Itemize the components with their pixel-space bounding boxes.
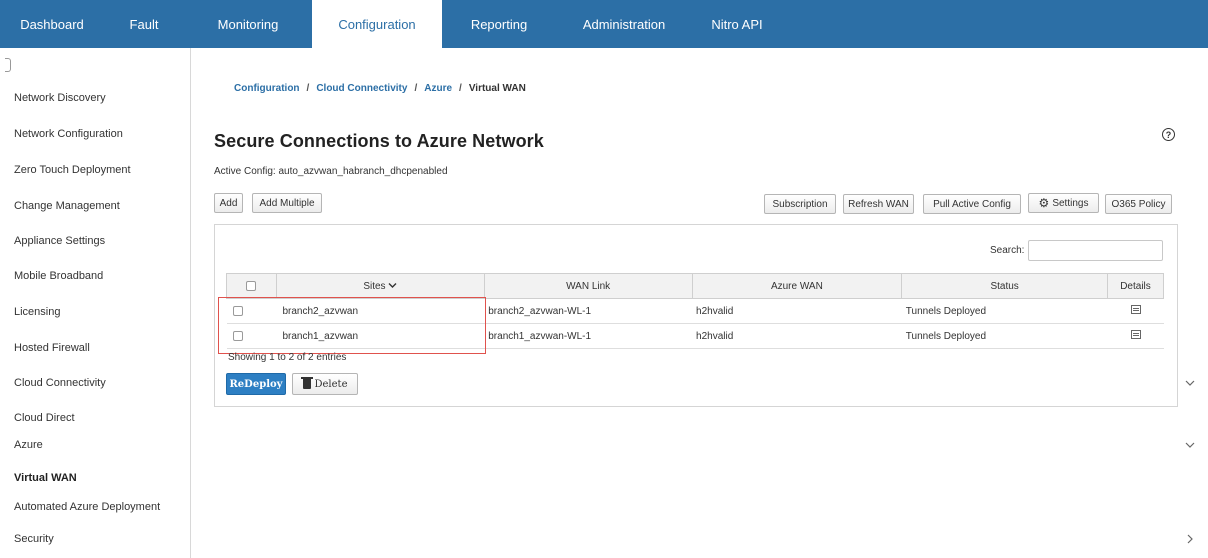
column-sites[interactable]: Sites [275, 273, 485, 299]
column-status[interactable]: Status [901, 273, 1108, 299]
tab-nitro-api[interactable]: Nitro API [692, 0, 782, 48]
sidebar-item-automated-azure-deployment[interactable]: Automated Azure Deployment [14, 499, 1208, 515]
sidebar-item-azure[interactable]: Azure [14, 437, 1196, 453]
select-all-header[interactable] [226, 273, 277, 299]
sidebar-item-label: Change Management [14, 200, 120, 212]
sidebar-item-label: Licensing [14, 306, 61, 318]
column-label: Sites [363, 280, 386, 292]
column-azure-wan[interactable]: Azure WAN [691, 273, 903, 299]
sidebar-item-label: Network Discovery [14, 92, 106, 104]
breadcrumb-cloud-connectivity[interactable]: Cloud Connectivity [316, 83, 407, 94]
sites-table: Sites WAN Link Azure WAN Status Details … [226, 273, 1164, 349]
breadcrumb-separator: / [414, 83, 418, 94]
breadcrumb-configuration[interactable]: Configuration [234, 83, 300, 94]
delete-label: Delete [314, 378, 348, 390]
chevron-down-icon [1185, 442, 1195, 448]
column-wan-link[interactable]: WAN Link [483, 273, 693, 299]
azure-wan-cell: h2hvalid [692, 323, 902, 349]
breadcrumb-separator: / [306, 83, 310, 94]
sidebar-item-network-discovery[interactable]: Network Discovery [14, 90, 1196, 106]
sidebar-item-label: Cloud Direct [14, 412, 75, 424]
sidebar-item-label: Security [14, 533, 54, 545]
tab-monitoring[interactable]: Monitoring [184, 0, 312, 48]
table-row[interactable]: branch2_azvwan branch2_azvwan-WL-1 h2hva… [226, 298, 1164, 324]
tab-dashboard[interactable]: Dashboard [0, 0, 104, 48]
sidebar-item-label: Hosted Firewall [14, 342, 90, 354]
sidebar-item-label: Automated Azure Deployment [14, 501, 161, 513]
azure-wan-cell: h2hvalid [692, 298, 902, 324]
sort-chevron-down-icon [388, 282, 397, 288]
row-checkbox[interactable] [232, 330, 243, 341]
tab-fault[interactable]: Fault [104, 0, 184, 48]
active-config-label: Active Config: auto_azvwan_habranch_dhcp… [214, 166, 448, 177]
wan-link-cell: branch1_azvwan-WL-1 [484, 323, 693, 349]
sidebar-item-security[interactable]: Security [14, 531, 1196, 547]
entries-info: Showing 1 to 2 of 2 entries [228, 352, 347, 363]
sidebar-item-zero-touch-deployment[interactable]: Zero Touch Deployment [14, 162, 1196, 178]
pull-active-config-button[interactable]: Pull Active Config [923, 194, 1021, 214]
sidebar-item-network-configuration[interactable]: Network Configuration [14, 126, 1196, 142]
sidebar-collapse-handle[interactable] [5, 58, 11, 72]
trash-icon [300, 377, 313, 389]
row-select-cell[interactable] [226, 298, 277, 324]
details-cell[interactable] [1107, 298, 1164, 324]
row-checkbox[interactable] [232, 305, 243, 316]
wan-link-cell: branch2_azvwan-WL-1 [484, 298, 693, 324]
row-select-cell[interactable] [226, 323, 277, 349]
help-icon[interactable]: ? [1162, 128, 1175, 141]
o365-policy-button[interactable]: O365 Policy [1105, 194, 1172, 214]
add-multiple-button[interactable]: Add Multiple [252, 193, 322, 213]
breadcrumb-current: Virtual WAN [468, 83, 526, 94]
top-navigation: Dashboard Fault Monitoring Configuration… [0, 0, 1208, 48]
chevron-right-icon [1187, 534, 1193, 544]
column-details[interactable]: Details [1107, 273, 1164, 299]
sidebar-item-label: Azure [14, 439, 43, 451]
refresh-wan-button[interactable]: Refresh WAN [843, 194, 914, 214]
details-icon[interactable] [1130, 330, 1141, 339]
tab-reporting[interactable]: Reporting [442, 0, 556, 48]
page-title: Secure Connections to Azure Network [214, 131, 544, 151]
site-cell: branch2_azvwan [276, 298, 485, 324]
table-row[interactable]: branch1_azvwan branch1_azvwan-WL-1 h2hva… [226, 323, 1164, 349]
sidebar-item-label: Zero Touch Deployment [14, 164, 131, 176]
breadcrumb: Configuration / Cloud Connectivity / Azure / V… [234, 83, 526, 94]
details-cell[interactable] [1107, 323, 1164, 349]
sidebar-item-label: Appliance Settings [14, 235, 106, 247]
chevron-down-icon [1185, 380, 1195, 386]
tab-configuration[interactable]: Configuration [312, 0, 442, 48]
status-cell: Tunnels Deployed [901, 298, 1108, 324]
subscription-button[interactable]: Subscription [764, 194, 836, 214]
breadcrumb-azure[interactable]: Azure [424, 83, 452, 94]
add-button[interactable]: Add [214, 193, 243, 213]
sidebar-item-label: Virtual WAN [14, 472, 77, 484]
sidebar-item-label: Network Configuration [14, 128, 123, 140]
sidebar-item-label: Cloud Connectivity [14, 377, 106, 389]
select-all-checkbox[interactable] [246, 280, 257, 291]
search-input[interactable] [1028, 240, 1163, 261]
settings-button[interactable]: ⚙ Settings [1028, 193, 1099, 213]
site-cell: branch1_azvwan [276, 323, 485, 349]
redeploy-button[interactable]: ReDeploy [226, 373, 286, 395]
details-icon[interactable] [1130, 305, 1141, 314]
sidebar-item-label: Mobile Broadband [14, 270, 104, 282]
table-header-row: Sites WAN Link Azure WAN Status Details [226, 273, 1164, 299]
sidebar-item-cloud-direct[interactable]: Cloud Direct [14, 410, 1196, 426]
gear-icon: ⚙ [1038, 196, 1050, 210]
status-cell: Tunnels Deployed [901, 323, 1108, 349]
search-label: Search: [990, 245, 1025, 256]
breadcrumb-separator: / [459, 83, 462, 94]
sidebar-item-virtual-wan[interactable]: Virtual WAN [14, 470, 1196, 486]
tab-administration[interactable]: Administration [556, 0, 692, 48]
delete-button[interactable]: Delete [292, 373, 358, 395]
settings-label: Settings [1052, 197, 1089, 209]
